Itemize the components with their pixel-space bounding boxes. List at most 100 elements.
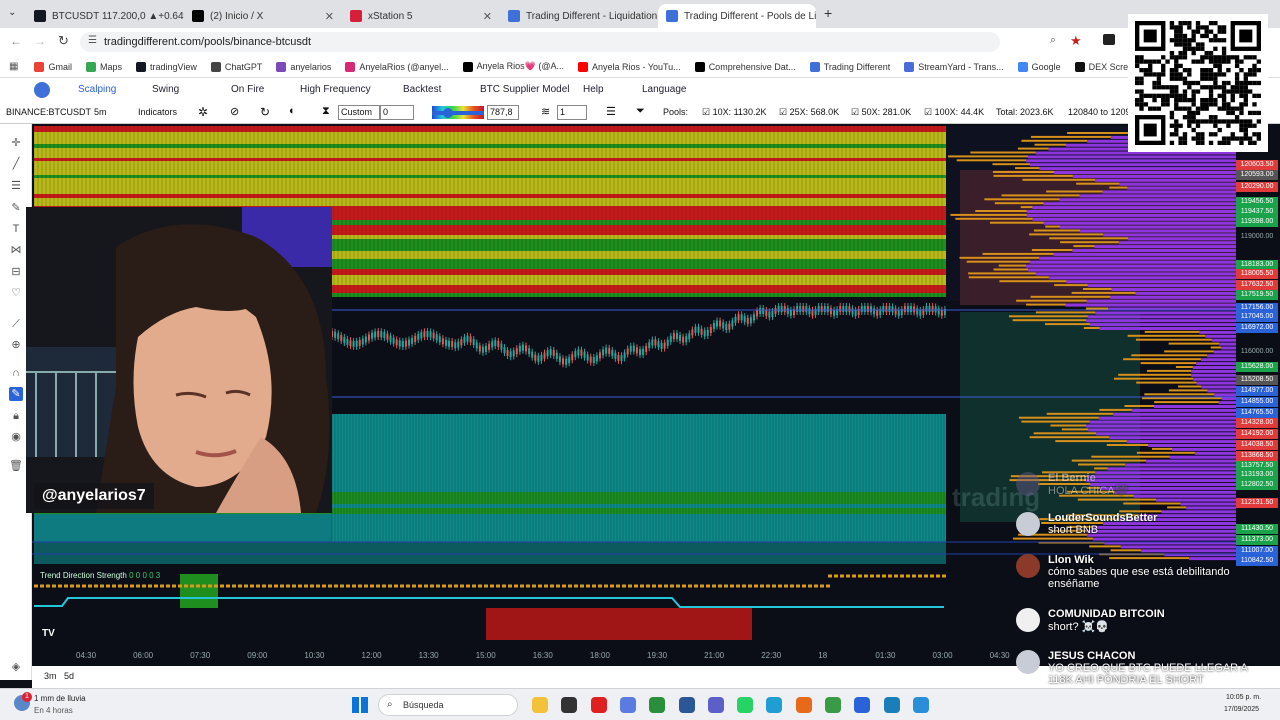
measure-lines-icon[interactable]: ⊟ [9,265,23,279]
bookmark-item[interactable]: Trading Different [809,61,890,72]
url-field[interactable]: ☰ tradingdifferent.com/pools/binance-btc… [80,32,1000,52]
tab-close-icon[interactable]: ✕ [325,10,334,23]
crosshair-icon[interactable]: ✛ [9,136,23,150]
nav-language[interactable]: Language [642,84,687,95]
bookmark-item[interactable]: Anyela Rios💗 (@A... [462,61,564,72]
bookmark-item[interactable]: anyelarios [276,61,331,72]
refresh-icon[interactable]: ↻ [260,105,270,119]
browser-active-icon[interactable] [854,697,871,713]
tab-search-icon[interactable]: ⌄ [8,7,16,18]
mode-select[interactable]: Custom [338,105,380,120]
pattern-icon[interactable]: ⋈ [9,243,23,257]
bookmark-star-icon[interactable]: ★ [1070,33,1082,49]
back-arrow-icon[interactable]: ← [10,34,22,48]
trash-icon[interactable]: 🗑︎ [9,459,23,473]
bookmark-item[interactable]: Gmail [34,61,72,72]
nav-swing[interactable]: Swing [152,84,179,95]
start-windows-icon[interactable] [352,697,368,713]
apps-grid-icon[interactable]: ▦ [9,61,18,72]
youtube-icon[interactable] [590,697,607,713]
nav-scalping[interactable]: Scalping [78,84,116,95]
bookmark-item[interactable]: StreamYard - Trans... [904,61,1004,72]
bookmark-item[interactable]: Maps [85,61,122,72]
bookmark-item[interactable]: ChatGPT [210,61,262,72]
forward-arrow-icon[interactable]: → [34,34,46,48]
filter-icon[interactable]: ⏷ [636,105,645,118]
nav-on-fire[interactable]: On Fire [231,84,264,95]
browser-tab[interactable]: xStation 5 ✕ [342,4,500,28]
bookmark-item[interactable]: tradingView [135,61,197,72]
firefox-icon[interactable] [795,697,812,713]
nav-high-frequency[interactable]: High Frequency [300,84,371,95]
chrome-dev-icon[interactable] [883,697,900,713]
brush-icon[interactable]: ✎ [9,201,23,215]
bookmark-item[interactable]: AnyelaRios (@anyel... [345,61,449,72]
list-icon[interactable]: ☰ [606,105,616,118]
nav-btc-supplier-model[interactable]: BTC Supplier Model [480,84,569,95]
browser-tab[interactable]: Trading Different - Pools de Liq...✕ [658,4,816,28]
copilot-icon[interactable] [619,697,636,713]
chat-text: cómo sabes que ese está debilitando ensé… [1048,566,1230,590]
pool-25x-checkbox[interactable]: ☑ 25X: 568.0K [779,107,839,118]
magnet-icon[interactable]: ∩ [9,366,23,380]
tool-icon[interactable] [912,697,929,713]
chrome-icon[interactable] [649,697,666,713]
word-icon[interactable] [678,697,695,713]
settings-gear-icon[interactable]: ✲ [198,105,208,119]
browser-tab[interactable]: (2) Inicio / X ✕ [184,4,342,28]
terminal-icon[interactable] [561,697,578,713]
reload-icon[interactable]: ↻ [58,33,69,49]
ruler-icon[interactable]: ⟋ [9,317,23,331]
pool-50x-checkbox[interactable]: ☑ 50X: 281.0K [851,107,911,118]
file-explorer-icon[interactable] [532,697,548,713]
taskbar-date[interactable]: 17/09/2025 [1224,706,1259,713]
weather-text[interactable]: 1 mm de lluvia [34,694,86,703]
lock-icon[interactable]: 🔒︎ [9,409,23,423]
bookmark-item[interactable]: Google [1017,61,1061,72]
pool-10x-checkbox[interactable]: ☑ 10X: 1130.2K [702,107,766,118]
threshold-slider[interactable] [432,111,484,115]
edge-icon[interactable] [766,697,783,713]
range-3m[interactable]: 3m [44,671,57,681]
nav-backtest[interactable]: Backtest [403,84,441,95]
qr-module [1169,72,1175,77]
range-5d[interactable]: 5d [64,671,74,681]
bookmark-item[interactable]: Anyela Rios - YouTu... [577,61,681,72]
chrome-profile-icon[interactable] [825,697,841,713]
new-tab-button[interactable]: + [824,5,832,21]
taskbar-search[interactable]: ⌕ Búsqueda [378,694,518,716]
interval-button[interactable]: 5m [94,107,107,117]
mode-value-input[interactable]: 0 [380,105,414,120]
trendline-icon[interactable]: ╱ [9,157,23,171]
layer-input[interactable]: 1 [557,105,587,120]
candle-body [374,331,377,338]
text-icon[interactable]: T [9,222,23,236]
browser-tab[interactable]: BTCUSDT 117.200,0 ▲+0.64% ...✕ [26,4,184,28]
site-info-icon[interactable]: ☰ [88,35,97,46]
hide-icon[interactable]: ⊘ [230,105,239,118]
eye-icon[interactable]: ◉ [9,430,23,444]
nav-help[interactable]: Help [583,84,604,95]
heart-icon[interactable]: ♡ [9,286,23,300]
tab-close-icon[interactable]: ✕ [483,10,492,23]
pencil-lock-icon[interactable]: ✎ [9,387,23,401]
slider-thumb[interactable] [443,108,453,118]
pool-100x-checkbox[interactable]: ☑ 100X: 44.4K [924,107,984,118]
bookmark-item[interactable]: Comprehensive Dat... [694,61,796,72]
horizontal-lines-icon[interactable]: ☰ [9,179,23,193]
extensions-icon[interactable] [1103,34,1115,45]
browser-tab[interactable]: Trading Different - Liquidation ...✕ [500,4,658,28]
symbol-label[interactable]: BINANCE:BTCUSDT [6,107,91,117]
qr-module [1174,102,1179,107]
teams-icon[interactable] [707,697,724,713]
qr-module [1256,59,1261,64]
taskbar-clock[interactable]: 10:05 p. m. [1226,694,1261,701]
zoom-in-icon[interactable]: ⊕ [9,338,23,352]
hourglass-icon[interactable]: ⧗ [322,105,330,118]
layers-toggle-icon[interactable]: ◈ [9,660,23,674]
indicators-button[interactable]: Indicators [138,107,177,117]
zoom-icon[interactable]: ⌕ [1050,34,1056,47]
layers-icon[interactable]: ≋ [541,105,550,118]
whatsapp-icon[interactable] [737,697,754,713]
palette-icon[interactable]: ◐ [289,105,296,117]
